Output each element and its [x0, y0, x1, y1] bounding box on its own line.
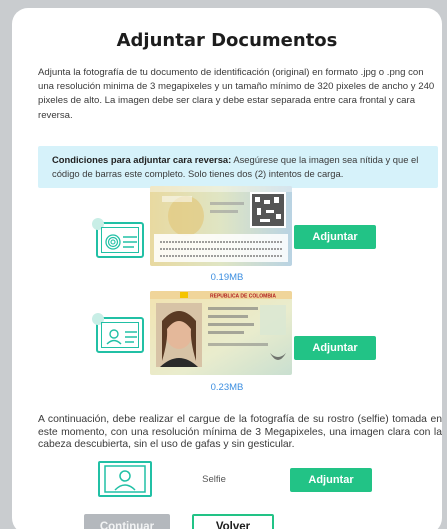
attach-documents-modal: Adjuntar Documentos Adjunta la fotografí…	[12, 8, 442, 529]
attach-front-button[interactable]: Adjuntar	[294, 336, 376, 360]
document-reverse-size: 0.19MB	[210, 272, 244, 283]
selfie-instructions: A continuación, debe realizar el cargue …	[38, 414, 442, 451]
document-reverse-preview	[150, 186, 292, 266]
reverse-conditions-notice: Condiciones para adjuntar cara reversa: …	[38, 146, 438, 188]
selfie-label: Selfie	[202, 474, 226, 485]
notice-heading: Condiciones para adjuntar cara reversa:	[52, 154, 232, 165]
modal-title: Adjuntar Documentos	[116, 30, 338, 51]
intro-text: Adjunta la fotografía de tu documento de…	[38, 67, 435, 121]
id-card-icon	[92, 313, 144, 353]
card-header-text: REPUBLICA DE COLOMBIA	[210, 294, 276, 300]
fingerprint-card-icon	[92, 218, 144, 258]
portrait-frame-icon	[98, 461, 152, 497]
document-front-preview: REPUBLICA DE COLOMBIA	[150, 291, 292, 375]
continue-button[interactable]: Continuar	[84, 514, 170, 529]
back-button[interactable]: Volver	[192, 514, 274, 529]
attach-selfie-button[interactable]: Adjuntar	[290, 468, 372, 492]
attach-reverse-button[interactable]: Adjuntar	[294, 225, 376, 249]
document-front-size: 0.23MB	[210, 382, 244, 393]
